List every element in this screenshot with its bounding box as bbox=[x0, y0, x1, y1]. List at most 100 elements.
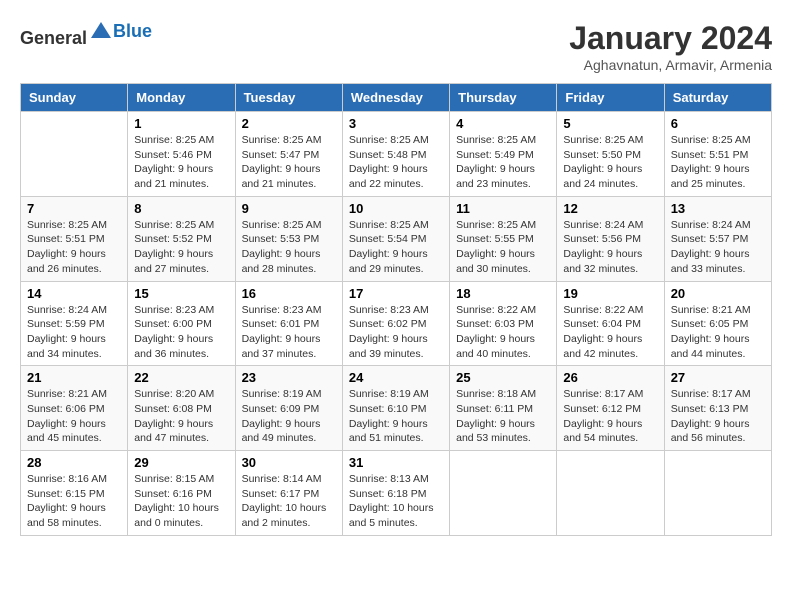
day-info: Sunrise: 8:21 AMSunset: 6:05 PMDaylight:… bbox=[671, 303, 765, 362]
day-info: Sunrise: 8:23 AMSunset: 6:02 PMDaylight:… bbox=[349, 303, 443, 362]
logo: General Blue bbox=[20, 20, 152, 49]
day-info: Sunrise: 8:25 AMSunset: 5:48 PMDaylight:… bbox=[349, 133, 443, 192]
day-number: 2 bbox=[242, 116, 336, 131]
calendar-cell: 27 Sunrise: 8:17 AMSunset: 6:13 PMDayligh… bbox=[664, 366, 771, 451]
day-info: Sunrise: 8:19 AMSunset: 6:09 PMDaylight:… bbox=[242, 387, 336, 446]
day-number: 29 bbox=[134, 455, 228, 470]
calendar-cell: 29 Sunrise: 8:15 AMSunset: 6:16 PMDayligh… bbox=[128, 451, 235, 536]
day-info: Sunrise: 8:17 AMSunset: 6:13 PMDaylight:… bbox=[671, 387, 765, 446]
calendar-cell: 17Sunrise: 8:23 AMSunset: 6:02 PMDayligh… bbox=[342, 281, 449, 366]
day-info: Sunrise: 8:19 AMSunset: 6:10 PMDaylight:… bbox=[349, 387, 443, 446]
calendar-body: 1Sunrise: 8:25 AMSunset: 5:46 PMDaylight… bbox=[21, 112, 772, 536]
calendar-cell: 22 Sunrise: 8:20 AMSunset: 6:08 PMDayligh… bbox=[128, 366, 235, 451]
calendar-cell bbox=[450, 451, 557, 536]
calendar-cell: 25 Sunrise: 8:18 AMSunset: 6:11 PMDayligh… bbox=[450, 366, 557, 451]
calendar-cell: 11Sunrise: 8:25 AMSunset: 5:55 PMDayligh… bbox=[450, 196, 557, 281]
day-info: Sunrise: 8:18 AMSunset: 6:11 PMDaylight:… bbox=[456, 387, 550, 446]
calendar-cell: 31 Sunrise: 8:13 AMSunset: 6:18 PMDayligh… bbox=[342, 451, 449, 536]
title-block: January 2024 Aghavnatun, Armavir, Armeni… bbox=[569, 20, 772, 73]
logo-icon bbox=[89, 20, 113, 44]
day-info: Sunrise: 8:22 AMSunset: 6:04 PMDaylight:… bbox=[563, 303, 657, 362]
subtitle: Aghavnatun, Armavir, Armenia bbox=[569, 57, 772, 73]
day-info: Sunrise: 8:13 AMSunset: 6:18 PMDaylight:… bbox=[349, 472, 443, 531]
calendar-cell bbox=[664, 451, 771, 536]
calendar-cell: 12Sunrise: 8:24 AMSunset: 5:56 PMDayligh… bbox=[557, 196, 664, 281]
day-number: 9 bbox=[242, 201, 336, 216]
day-number: 30 bbox=[242, 455, 336, 470]
calendar-cell: 1Sunrise: 8:25 AMSunset: 5:46 PMDaylight… bbox=[128, 112, 235, 197]
day-info: Sunrise: 8:14 AMSunset: 6:17 PMDaylight:… bbox=[242, 472, 336, 531]
day-info: Sunrise: 8:15 AMSunset: 6:16 PMDaylight:… bbox=[134, 472, 228, 531]
calendar-cell: 24 Sunrise: 8:19 AMSunset: 6:10 PMDayligh… bbox=[342, 366, 449, 451]
calendar-cell: 26 Sunrise: 8:17 AMSunset: 6:12 PMDayligh… bbox=[557, 366, 664, 451]
day-info: Sunrise: 8:25 AMSunset: 5:51 PMDaylight:… bbox=[27, 218, 121, 277]
day-info: Sunrise: 8:24 AMSunset: 5:59 PMDaylight:… bbox=[27, 303, 121, 362]
calendar-cell: 9 Sunrise: 8:25 AMSunset: 5:53 PMDaylight… bbox=[235, 196, 342, 281]
day-info: Sunrise: 8:16 AMSunset: 6:15 PMDaylight:… bbox=[27, 472, 121, 531]
calendar-cell: 4 Sunrise: 8:25 AMSunset: 5:49 PMDaylight… bbox=[450, 112, 557, 197]
day-number: 19 bbox=[563, 286, 657, 301]
calendar-cell: 2 Sunrise: 8:25 AMSunset: 5:47 PMDaylight… bbox=[235, 112, 342, 197]
logo-text: General bbox=[20, 20, 113, 49]
day-info: Sunrise: 8:22 AMSunset: 6:03 PMDaylight:… bbox=[456, 303, 550, 362]
day-of-week-header: Saturday bbox=[664, 84, 771, 112]
calendar-week-row: 21 Sunrise: 8:21 AMSunset: 6:06 PMDayligh… bbox=[21, 366, 772, 451]
calendar-cell: 21 Sunrise: 8:21 AMSunset: 6:06 PMDayligh… bbox=[21, 366, 128, 451]
calendar-cell: 10Sunrise: 8:25 AMSunset: 5:54 PMDayligh… bbox=[342, 196, 449, 281]
calendar-cell: 5 Sunrise: 8:25 AMSunset: 5:50 PMDaylight… bbox=[557, 112, 664, 197]
day-number: 12 bbox=[563, 201, 657, 216]
day-number: 7 bbox=[27, 201, 121, 216]
day-info: Sunrise: 8:25 AMSunset: 5:52 PMDaylight:… bbox=[134, 218, 228, 277]
day-of-week-header: Tuesday bbox=[235, 84, 342, 112]
day-info: Sunrise: 8:25 AMSunset: 5:49 PMDaylight:… bbox=[456, 133, 550, 192]
day-of-week-header: Sunday bbox=[21, 84, 128, 112]
calendar-cell: 3Sunrise: 8:25 AMSunset: 5:48 PMDaylight… bbox=[342, 112, 449, 197]
calendar-cell: 30 Sunrise: 8:14 AMSunset: 6:17 PMDayligh… bbox=[235, 451, 342, 536]
calendar-cell: 20 Sunrise: 8:21 AMSunset: 6:05 PMDayligh… bbox=[664, 281, 771, 366]
day-number: 5 bbox=[563, 116, 657, 131]
calendar-cell: 15Sunrise: 8:23 AMSunset: 6:00 PMDayligh… bbox=[128, 281, 235, 366]
calendar-header-row: SundayMondayTuesdayWednesdayThursdayFrid… bbox=[21, 84, 772, 112]
day-number: 26 bbox=[563, 370, 657, 385]
day-number: 22 bbox=[134, 370, 228, 385]
day-info: Sunrise: 8:23 AMSunset: 6:00 PMDaylight:… bbox=[134, 303, 228, 362]
day-number: 23 bbox=[242, 370, 336, 385]
day-info: Sunrise: 8:17 AMSunset: 6:12 PMDaylight:… bbox=[563, 387, 657, 446]
day-info: Sunrise: 8:20 AMSunset: 6:08 PMDaylight:… bbox=[134, 387, 228, 446]
page-header: General Blue January 2024 Aghavnatun, Ar… bbox=[20, 20, 772, 73]
month-title: January 2024 bbox=[569, 20, 772, 57]
day-number: 31 bbox=[349, 455, 443, 470]
day-number: 25 bbox=[456, 370, 550, 385]
day-number: 4 bbox=[456, 116, 550, 131]
day-info: Sunrise: 8:25 AMSunset: 5:47 PMDaylight:… bbox=[242, 133, 336, 192]
day-info: Sunrise: 8:21 AMSunset: 6:06 PMDaylight:… bbox=[27, 387, 121, 446]
calendar-cell bbox=[557, 451, 664, 536]
day-of-week-header: Friday bbox=[557, 84, 664, 112]
day-number: 18 bbox=[456, 286, 550, 301]
calendar-week-row: 1Sunrise: 8:25 AMSunset: 5:46 PMDaylight… bbox=[21, 112, 772, 197]
day-of-week-header: Thursday bbox=[450, 84, 557, 112]
calendar-cell: 8Sunrise: 8:25 AMSunset: 5:52 PMDaylight… bbox=[128, 196, 235, 281]
calendar-cell bbox=[21, 112, 128, 197]
day-of-week-header: Monday bbox=[128, 84, 235, 112]
calendar-cell: 16Sunrise: 8:23 AMSunset: 6:01 PMDayligh… bbox=[235, 281, 342, 366]
day-number: 27 bbox=[671, 370, 765, 385]
day-info: Sunrise: 8:25 AMSunset: 5:51 PMDaylight:… bbox=[671, 133, 765, 192]
day-info: Sunrise: 8:25 AMSunset: 5:46 PMDaylight:… bbox=[134, 133, 228, 192]
day-number: 28 bbox=[27, 455, 121, 470]
day-info: Sunrise: 8:24 AMSunset: 5:57 PMDaylight:… bbox=[671, 218, 765, 277]
day-number: 6 bbox=[671, 116, 765, 131]
day-number: 20 bbox=[671, 286, 765, 301]
day-number: 13 bbox=[671, 201, 765, 216]
day-number: 21 bbox=[27, 370, 121, 385]
day-info: Sunrise: 8:23 AMSunset: 6:01 PMDaylight:… bbox=[242, 303, 336, 362]
day-number: 24 bbox=[349, 370, 443, 385]
day-info: Sunrise: 8:25 AMSunset: 5:53 PMDaylight:… bbox=[242, 218, 336, 277]
calendar-week-row: 7 Sunrise: 8:25 AMSunset: 5:51 PMDaylight… bbox=[21, 196, 772, 281]
day-info: Sunrise: 8:25 AMSunset: 5:55 PMDaylight:… bbox=[456, 218, 550, 277]
calendar-cell: 28 Sunrise: 8:16 AMSunset: 6:15 PMDayligh… bbox=[21, 451, 128, 536]
calendar-table: SundayMondayTuesdayWednesdayThursdayFrid… bbox=[20, 83, 772, 536]
day-of-week-header: Wednesday bbox=[342, 84, 449, 112]
day-info: Sunrise: 8:25 AMSunset: 5:50 PMDaylight:… bbox=[563, 133, 657, 192]
calendar-cell: 19 Sunrise: 8:22 AMSunset: 6:04 PMDayligh… bbox=[557, 281, 664, 366]
